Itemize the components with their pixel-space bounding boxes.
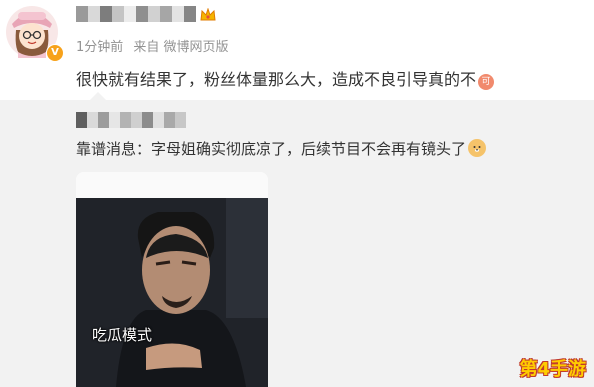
post-meta: 1分钟前 来自 微博网页版 <box>76 36 235 55</box>
original-post: V 1分钟前 来自 微博网页版 很快就有结果了，粉丝体量那么大，造成不良引导真的… <box>0 0 594 100</box>
ke-emoji-icon: 可 <box>478 74 495 90</box>
site-watermark: 第4手游 <box>519 359 586 380</box>
username-redacted[interactable] <box>76 6 196 22</box>
post-text-content: 很快就有结果了，粉丝体量那么大，造成不良引导真的不 <box>76 70 477 89</box>
media-top-strip <box>76 172 268 198</box>
post-time[interactable]: 1分钟前 <box>76 40 123 55</box>
repost-text: 靠谱消息：字母姐确实彻底凉了，后续节目不会再有镜头了 <box>76 138 487 159</box>
crown-icon <box>200 8 216 21</box>
verified-v-icon: V <box>46 44 64 62</box>
post-source: 来自 微博网页版 <box>133 40 229 55</box>
post-text: 很快就有结果了，粉丝体量那么大，造成不良引导真的不可 <box>76 66 495 90</box>
media-image[interactable]: 吃瓜模式 <box>76 198 268 387</box>
media-caption: 吃瓜模式 <box>92 326 153 344</box>
repost-media[interactable]: 吃瓜模式 <box>76 172 268 387</box>
repost-text-body: ：字母姐确实彻底凉了，后续节目不会再有镜头了 <box>136 140 467 158</box>
repost-caret <box>90 92 106 100</box>
repost-text-source: 靠谱消息 <box>76 140 137 158</box>
doge-emoji-icon <box>468 139 487 157</box>
media-illustration <box>76 198 268 387</box>
repost-username-redacted[interactable] <box>76 112 186 128</box>
reposted-content: 靠谱消息：字母姐确实彻底凉了，后续节目不会再有镜头了 吃瓜模式 第4手游 <box>0 92 594 387</box>
